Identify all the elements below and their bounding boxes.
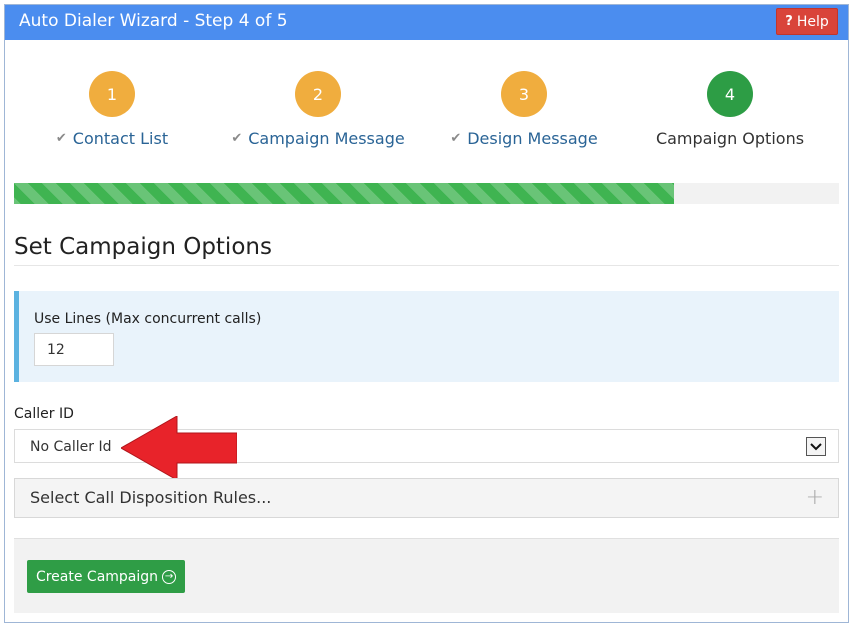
step-campaign-message[interactable]: 2 ✔ Campaign Message (231, 71, 405, 148)
wizard-progress-bar (14, 183, 839, 204)
step-design-message[interactable]: 3 ✔ Design Message (439, 71, 609, 148)
annotation-arrow-icon (121, 416, 237, 480)
step-label: Campaign Message (248, 129, 405, 148)
step-label: Campaign Options (655, 129, 805, 148)
arrow-circle-right-icon: → (162, 569, 177, 584)
help-button[interactable]: ? Help (776, 8, 838, 35)
wizard-window: Auto Dialer Wizard - Step 4 of 5 ? Help … (4, 4, 849, 623)
caller-id-selected-value: No Caller Id (30, 439, 112, 455)
plus-icon[interactable]: + (806, 485, 824, 510)
divider (14, 265, 839, 266)
step-number-badge: 3 (501, 71, 547, 117)
step-number-badge: 4 (707, 71, 753, 117)
help-label: Help (796, 13, 829, 30)
disposition-label: Select Call Disposition Rules... (30, 488, 272, 507)
step-campaign-options: 4 Campaign Options (645, 71, 815, 148)
create-campaign-label: Create Campaign (35, 568, 159, 585)
title-bar: Auto Dialer Wizard - Step 4 of 5 ? Help (5, 5, 848, 40)
check-icon: ✔ (55, 131, 67, 146)
use-lines-panel: Use Lines (Max concurrent calls) (14, 291, 839, 382)
call-disposition-rules-panel[interactable]: Select Call Disposition Rules... + (14, 478, 839, 518)
use-lines-input[interactable] (34, 333, 114, 366)
window-title: Auto Dialer Wizard - Step 4 of 5 (19, 11, 288, 31)
chevron-down-icon[interactable] (806, 437, 826, 456)
section-title: Set Campaign Options (14, 234, 272, 260)
step-label: Contact List (72, 129, 169, 148)
step-contact-list[interactable]: 1 ✔ Contact List (27, 71, 197, 148)
caller-id-label: Caller ID (14, 406, 74, 422)
step-label: Design Message (467, 129, 598, 148)
footer-panel: Create Campaign → (14, 538, 839, 613)
question-icon: ? (785, 14, 793, 29)
progress-fill (14, 183, 674, 204)
step-number-badge: 2 (295, 71, 341, 117)
use-lines-label: Use Lines (Max concurrent calls) (34, 311, 262, 327)
check-icon: ✔ (231, 131, 243, 146)
check-icon: ✔ (450, 131, 462, 146)
create-campaign-button[interactable]: Create Campaign → (27, 560, 185, 593)
step-number-badge: 1 (89, 71, 135, 117)
